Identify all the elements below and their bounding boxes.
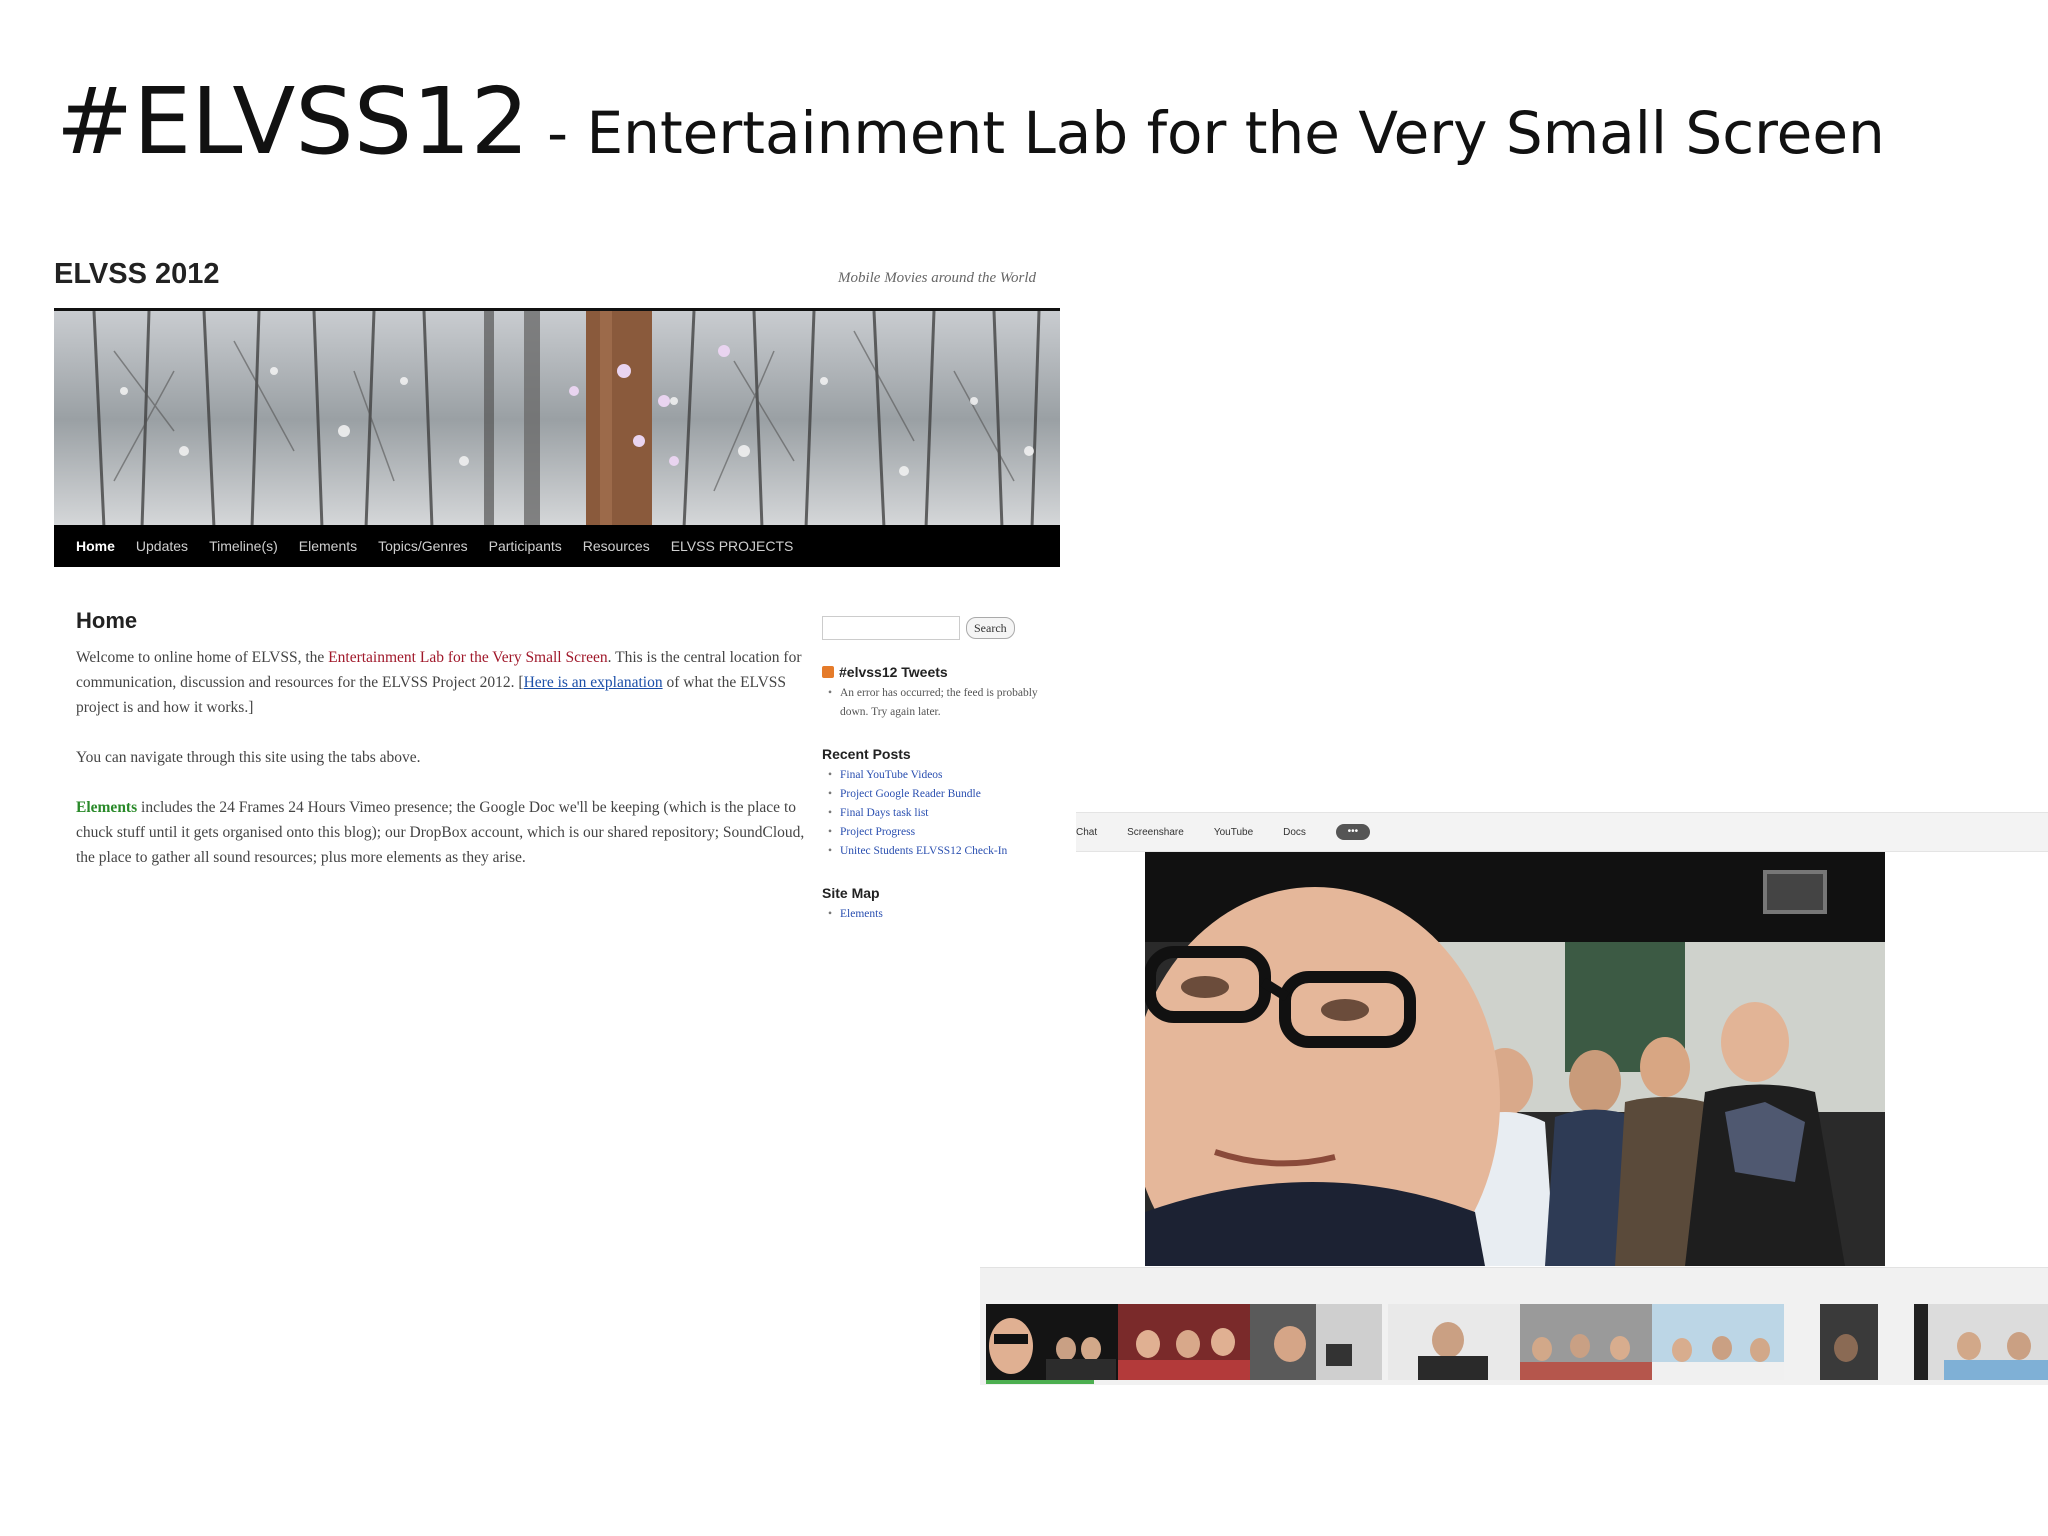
toolbar-chat[interactable]: Chat [1076,827,1097,838]
video-call-toolbar: Chat Screenshare YouTube Docs ••• [1076,812,2048,852]
tweets-widget-title: #elvss12 Tweets [822,664,1050,680]
slide-title: #ELVSS12- Entertainment Lab for the Very… [56,68,1885,175]
search-button[interactable]: Search [966,617,1015,639]
tweets-error-message: An error has occurred; the feed is proba… [826,684,1050,722]
site-nav: Home Updates Timeline(s) Elements Topics… [54,525,1060,567]
site-tagline: Mobile Movies around the World [837,270,1036,286]
toolbar-youtube[interactable]: YouTube [1214,827,1253,838]
nav-tab-elements[interactable]: Elements [299,538,357,554]
intro-text-1: Welcome to online home of ELVSS, the [76,649,329,666]
elements-paragraph: Elements includes the 24 Frames 24 Hours… [76,795,816,870]
site-main-content: Home Welcome to online home of ELVSS, th… [76,608,816,895]
recent-posts-title: Recent Posts [822,746,911,762]
toolbar-docs[interactable]: Docs [1283,827,1306,838]
nav-tab-timelines[interactable]: Timeline(s) [209,538,278,554]
page-heading: Home [76,608,138,633]
tweets-widget: #elvss12 Tweets An error has occurred; t… [822,664,1050,722]
recent-posts-widget: Recent Posts Final YouTube Videos Projec… [822,746,1050,861]
recent-post-link[interactable]: Unitec Students ELVSS12 Check-In [826,842,1050,861]
nav-tab-updates[interactable]: Updates [136,538,188,554]
participant-thumbnail[interactable] [1652,1304,1784,1380]
site-title[interactable]: ELVSS 2012 [54,258,220,291]
recent-post-link[interactable]: Project Progress [826,823,1050,842]
participant-thumbnail[interactable] [1820,1304,1878,1380]
participant-thumbnail[interactable] [1520,1304,1652,1380]
site-map-widget: Site Map Elements [822,885,1050,924]
participant-thumbnail[interactable] [1118,1304,1250,1380]
participant-thumbnail[interactable] [1914,1304,2048,1380]
site-sidebar: Search #elvss12 Tweets An error has occu… [822,608,1050,924]
site-header: ELVSS 2012 Mobile Movies around the Worl… [54,240,1060,310]
main-video-feed [1145,852,1885,1266]
recent-post-link[interactable]: Final YouTube Videos [826,766,1050,785]
site-map-link[interactable]: Elements [826,905,1050,924]
nav-tab-topics-genres[interactable]: Topics/Genres [378,538,467,554]
recent-post-link[interactable]: Final Days task list [826,804,1050,823]
participant-thumbnail[interactable] [1388,1304,1520,1380]
search-form: Search [822,616,1050,640]
intro-paragraph: Welcome to online home of ELVSS, the Ent… [76,645,816,720]
navigation-paragraph: You can navigate through this site using… [76,749,421,766]
toolbar-screenshare[interactable]: Screenshare [1127,827,1184,838]
more-options-icon[interactable]: ••• [1335,824,1370,840]
tweets-title-text[interactable]: #elvss12 Tweets [839,664,948,680]
slide-subtitle: - Entertainment Lab for the Very Small S… [547,99,1885,167]
website-screenshot: ELVSS 2012 Mobile Movies around the Worl… [54,240,1060,940]
search-input[interactable] [822,616,960,640]
participant-filmstrip [980,1267,2048,1385]
intro-bracket: [ [514,674,524,691]
participant-thumbnail[interactable] [1250,1304,1382,1380]
nav-tab-resources[interactable]: Resources [583,538,650,554]
speaking-indicator [986,1380,1094,1384]
site-map-title: Site Map [822,885,880,901]
participant-thumbnail[interactable] [986,1304,1118,1380]
site-banner-image [54,308,1060,525]
explanation-link[interactable]: Here is an explanation [524,674,663,691]
nav-tab-participants[interactable]: Participants [489,538,562,554]
recent-post-link[interactable]: Project Google Reader Bundle [826,785,1050,804]
nav-tab-elvss-projects[interactable]: ELVSS PROJECTS [671,538,794,554]
slide-title-hashtag: #ELVSS12 [56,68,530,175]
rss-icon[interactable] [822,666,834,678]
elements-text: includes the 24 Frames 24 Hours Vimeo pr… [76,799,805,866]
elvss-name-link[interactable]: Entertainment Lab for the Very Small Scr… [328,649,607,666]
elements-link[interactable]: Elements [76,799,137,816]
nav-tab-home[interactable]: Home [76,538,115,554]
